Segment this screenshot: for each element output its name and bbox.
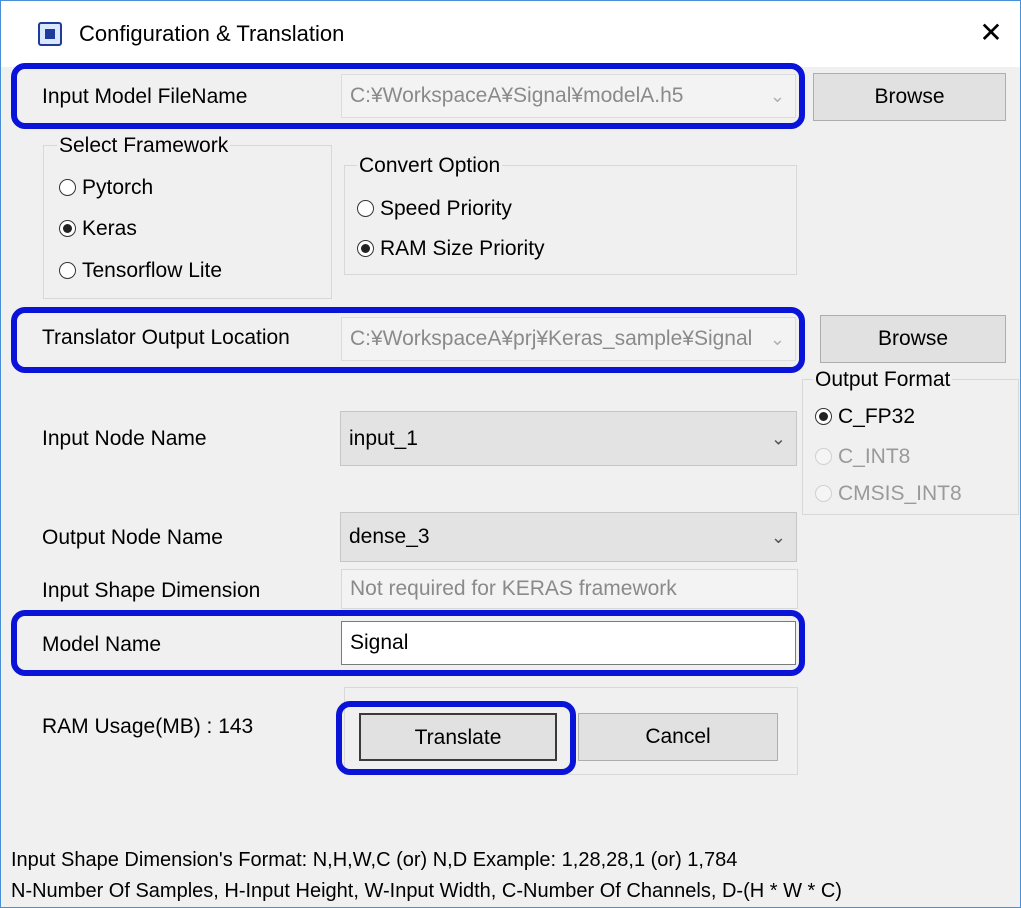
output-location-browse-button[interactable]: Browse — [820, 315, 1006, 363]
close-icon[interactable]: ✕ — [976, 15, 1006, 51]
chevron-down-icon: ⌄ — [769, 329, 785, 349]
output-node-name-select[interactable]: dense_3 ⌄ — [340, 512, 797, 562]
output-node-name-label: Output Node Name — [42, 526, 223, 549]
radio-tensorflow-lite[interactable]: Tensorflow Lite — [59, 259, 222, 283]
chevron-down-icon: ⌄ — [770, 527, 786, 547]
window-title: Configuration & Translation — [79, 21, 345, 46]
input-model-browse-button[interactable]: Browse — [813, 73, 1006, 121]
shape-format-help-text: Input Shape Dimension's Format: N,H,W,C … — [11, 849, 738, 871]
input-model-filename-combo: C:¥WorkspaceA¥Signal¥modelA.h5 ⌄ — [341, 74, 796, 118]
radio-c-int8: C_INT8 — [815, 445, 910, 469]
radio-speed-priority[interactable]: Speed Priority — [357, 197, 512, 221]
chevron-down-icon: ⌄ — [769, 86, 785, 106]
input-node-name-value: input_1 — [349, 427, 418, 450]
input-shape-dimension-field: Not required for KERAS framework — [341, 569, 798, 609]
chevron-down-icon: ⌄ — [770, 428, 786, 448]
title-bar: Configuration & Translation ✕ — [1, 1, 1020, 67]
radio-icon — [59, 262, 76, 279]
radio-selected-icon — [357, 240, 374, 257]
radio-selected-icon — [59, 220, 76, 237]
output-format-title: Output Format — [813, 368, 953, 392]
radio-icon — [815, 485, 832, 502]
cancel-button[interactable]: Cancel — [578, 713, 778, 761]
input-shape-dimension-label: Input Shape Dimension — [42, 579, 261, 602]
radio-ram-size-priority[interactable]: RAM Size Priority — [357, 237, 545, 261]
output-location-value: C:¥WorkspaceA¥prj¥Keras_sample¥Signal — [350, 327, 753, 350]
input-node-name-label: Input Node Name — [42, 427, 207, 450]
output-location-combo: C:¥WorkspaceA¥prj¥Keras_sample¥Signal ⌄ — [341, 317, 796, 361]
model-name-label: Model Name — [42, 633, 162, 656]
input-node-name-select[interactable]: input_1 ⌄ — [340, 411, 797, 466]
radio-icon — [59, 179, 76, 196]
radio-pytorch[interactable]: Pytorch — [59, 176, 153, 200]
model-name-input[interactable]: Signal — [341, 621, 796, 665]
convert-option-title: Convert Option — [357, 154, 503, 178]
input-model-filename-value: C:¥WorkspaceA¥Signal¥modelA.h5 — [350, 84, 684, 107]
translate-button[interactable]: Translate — [359, 713, 557, 761]
output-location-label: Translator Output Location — [42, 326, 290, 349]
select-framework-title: Select Framework — [57, 134, 231, 158]
dialog-window: Configuration & Translation ✕ Input Mode… — [0, 0, 1021, 908]
ram-usage-label: RAM Usage(MB) : 143 — [42, 715, 254, 738]
app-icon — [38, 22, 62, 46]
radio-keras[interactable]: Keras — [59, 217, 137, 241]
radio-selected-icon — [815, 408, 832, 425]
radio-icon — [357, 200, 374, 217]
output-node-name-value: dense_3 — [349, 525, 430, 548]
input-model-filename-label: Input Model FileName — [42, 85, 248, 108]
radio-cmsis-int8: CMSIS_INT8 — [815, 482, 962, 506]
shape-legend-help-text: N-Number Of Samples, H-Input Height, W-I… — [11, 880, 842, 902]
radio-c-fp32[interactable]: C_FP32 — [815, 405, 915, 429]
radio-icon — [815, 448, 832, 465]
